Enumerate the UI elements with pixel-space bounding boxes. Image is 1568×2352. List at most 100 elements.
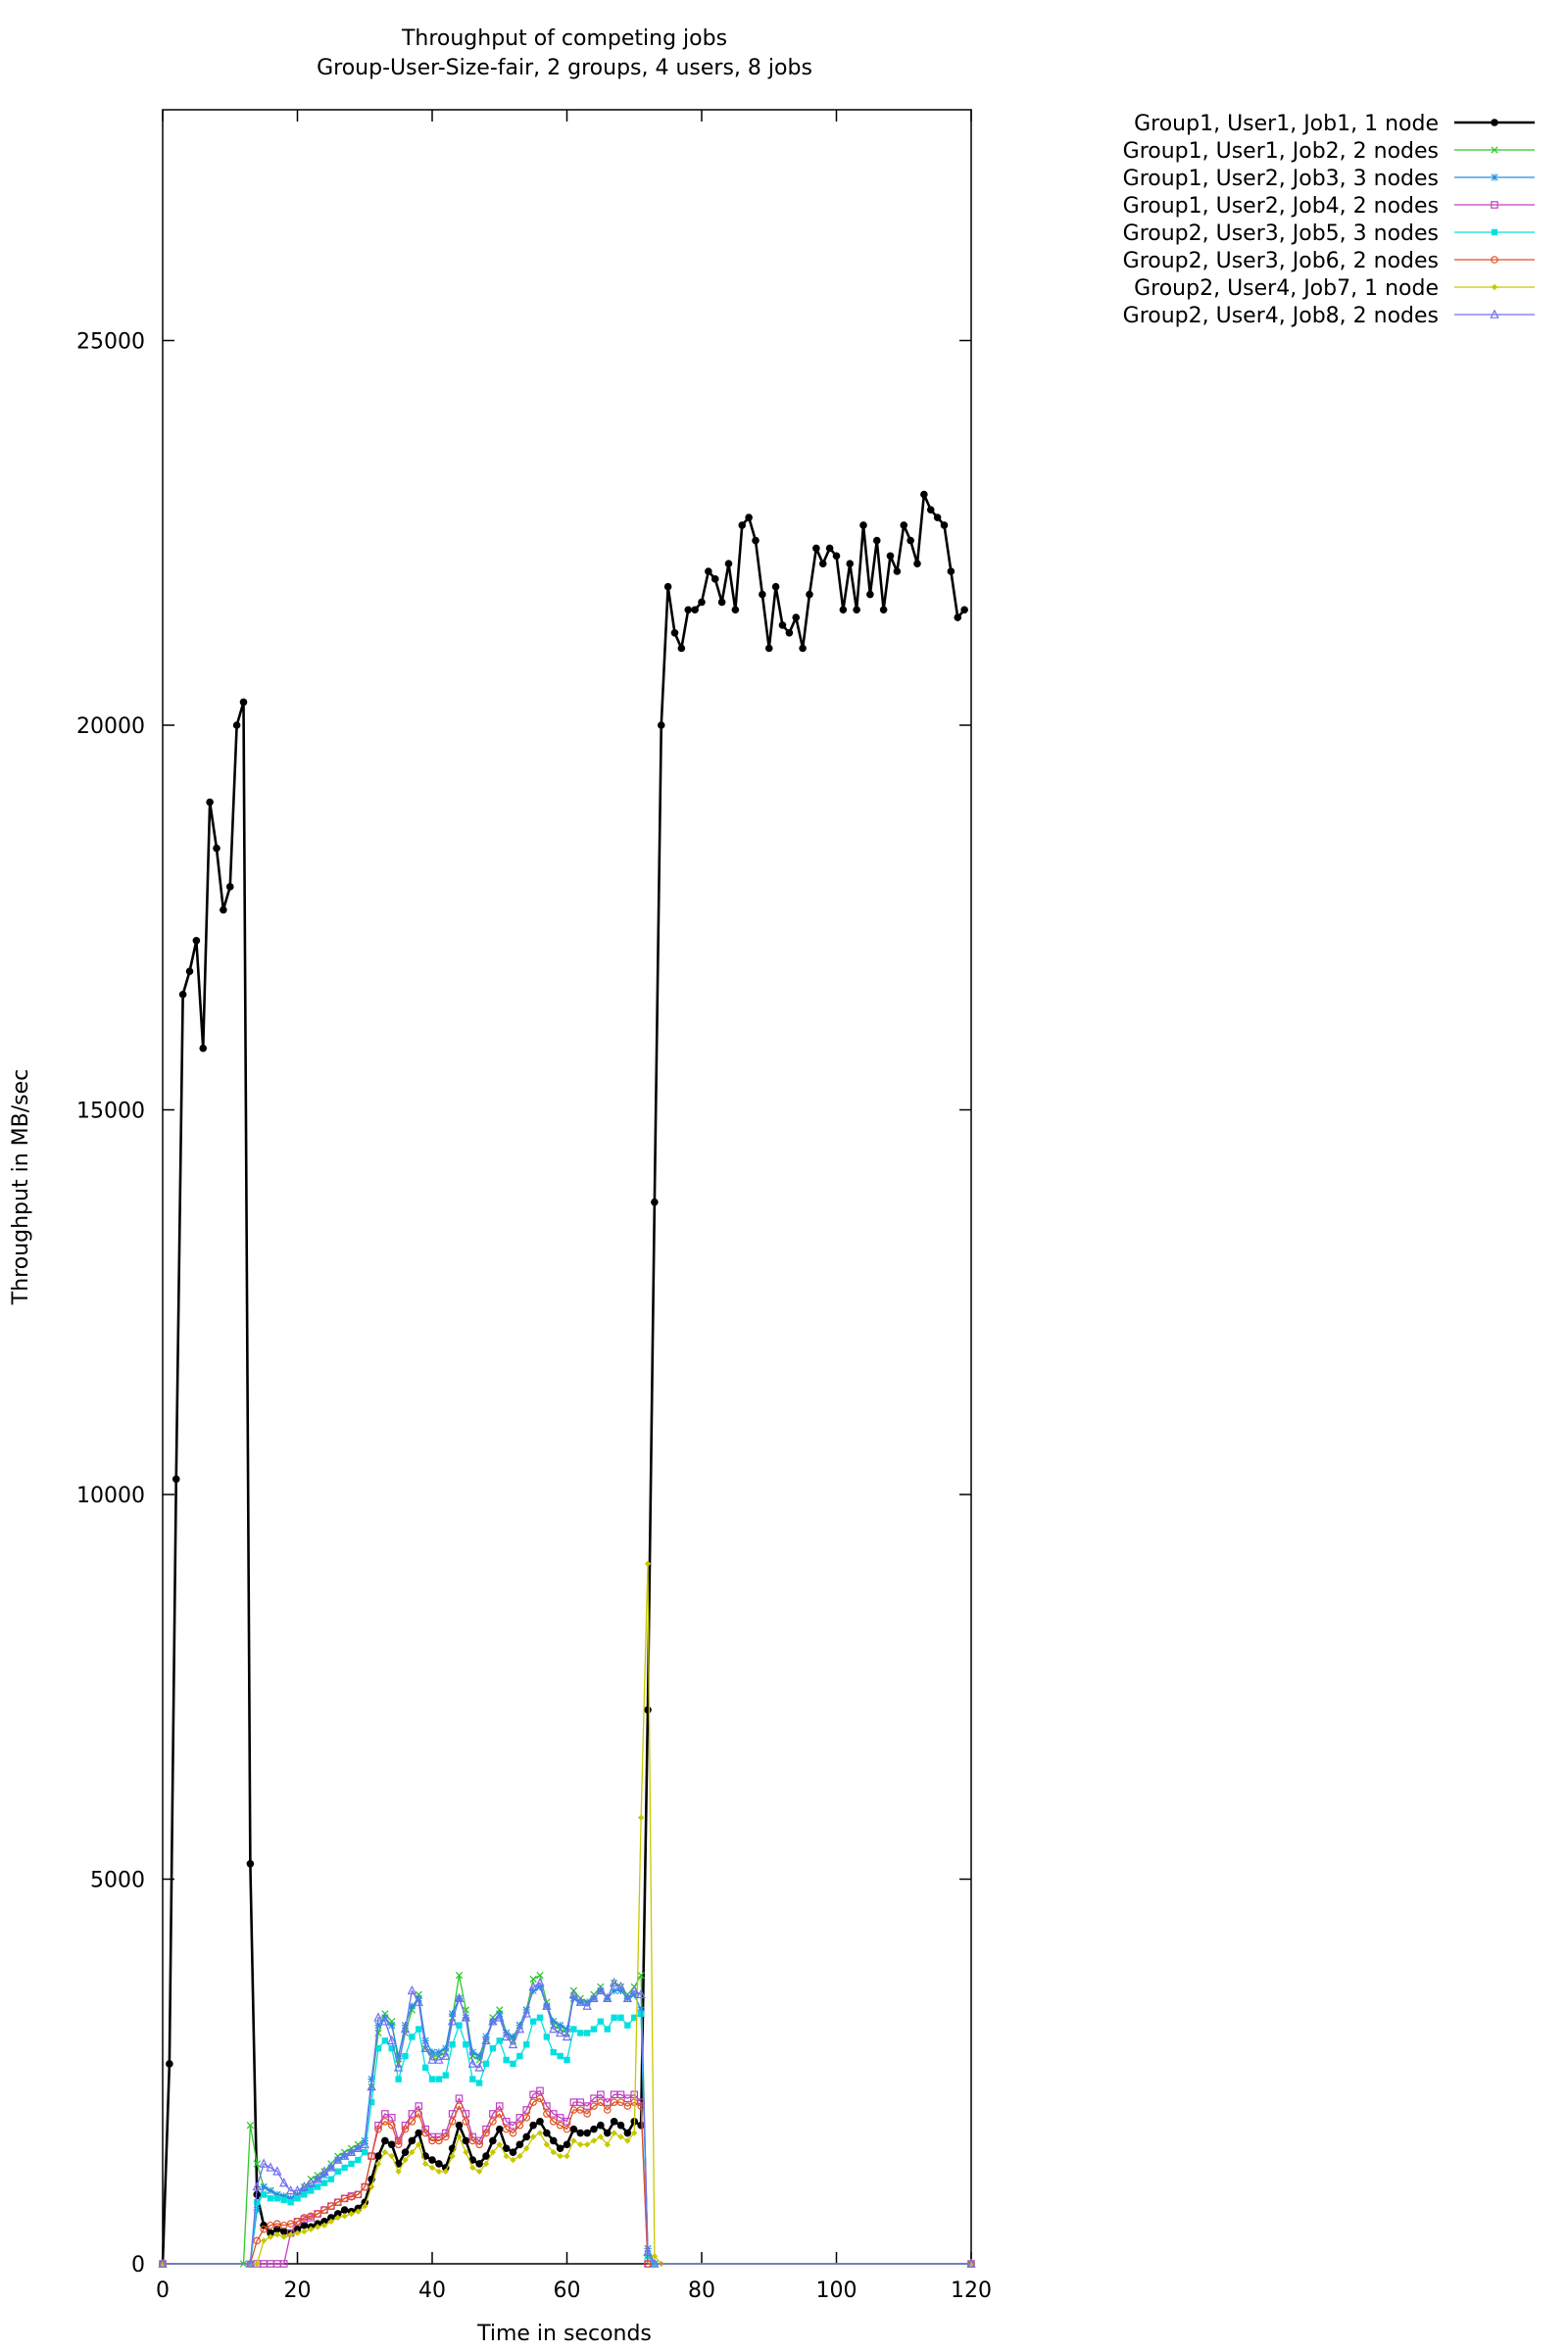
data-point — [536, 2130, 544, 2136]
x-tick-label: 60 — [554, 2278, 581, 2303]
data-point — [334, 2168, 341, 2175]
data-point — [569, 2125, 578, 2133]
data-point — [220, 906, 227, 914]
data-point — [698, 598, 706, 607]
data-point — [543, 2034, 551, 2040]
y-tick-label: 15000 — [76, 1100, 145, 1124]
data-point — [947, 567, 956, 575]
data-point — [577, 2141, 584, 2148]
data-point — [893, 567, 902, 575]
data-point — [597, 2018, 605, 2025]
data-point — [510, 2156, 516, 2164]
data-point — [415, 2129, 423, 2137]
data-point — [280, 2196, 287, 2204]
data-point — [503, 2152, 510, 2160]
data-point — [771, 582, 780, 591]
data-point — [239, 698, 248, 707]
data-point — [496, 2037, 503, 2044]
data-point — [455, 2121, 464, 2130]
data-point — [192, 937, 201, 945]
data-point — [617, 2133, 624, 2140]
data-point — [886, 552, 895, 561]
data-point — [260, 2191, 268, 2198]
data-point — [421, 2160, 429, 2168]
data-point — [724, 560, 733, 567]
data-point — [280, 2233, 287, 2240]
data-point — [611, 2130, 617, 2136]
data-point — [442, 2072, 449, 2079]
y-axis-label: Throughput in MB/sec — [9, 1069, 33, 1305]
y-tick-label: 5000 — [90, 1869, 145, 1893]
data-point — [260, 2182, 268, 2191]
y-tick-label: 20000 — [76, 714, 145, 739]
data-point — [576, 2129, 585, 2137]
data-point — [564, 2056, 570, 2064]
data-point — [475, 2080, 483, 2086]
data-point — [543, 2129, 551, 2137]
series-7 — [159, 1560, 975, 2268]
data-point — [523, 2041, 530, 2048]
data-point — [341, 2164, 348, 2172]
data-point — [314, 2183, 321, 2190]
data-point — [482, 2060, 490, 2068]
data-point — [225, 883, 234, 891]
data-point — [651, 1198, 659, 1206]
data-point — [529, 2018, 537, 2025]
data-point — [495, 2125, 504, 2133]
throughput-chart: Throughput of competing jobs Group-User-… — [9, 26, 1535, 2346]
data-point — [752, 536, 760, 545]
data-point — [778, 621, 787, 629]
legend-label: Group1, User1, Job1, 1 node — [1134, 112, 1439, 136]
legend-marker — [1491, 283, 1498, 291]
data-point — [348, 2160, 355, 2168]
data-point — [273, 2195, 281, 2202]
data-point — [812, 544, 820, 553]
data-point — [428, 2164, 436, 2172]
data-point — [610, 2117, 618, 2126]
data-point — [657, 721, 665, 729]
data-point — [469, 2164, 476, 2172]
y-tick-label: 0 — [131, 2253, 145, 2278]
data-point — [846, 560, 855, 567]
data-point — [381, 2037, 389, 2044]
legend-label: Group1, User1, Job2, 2 nodes — [1123, 139, 1439, 164]
data-point — [449, 2041, 456, 2048]
data-point — [549, 2136, 558, 2145]
data-point — [954, 613, 962, 621]
legend-label: Group1, User2, Job3, 3 nodes — [1123, 167, 1439, 191]
data-point — [254, 2260, 261, 2268]
x-tick-label: 20 — [284, 2278, 312, 2303]
data-point — [515, 2140, 524, 2149]
data-point — [691, 606, 699, 614]
data-point — [597, 2121, 605, 2130]
data-point — [340, 2206, 349, 2214]
data-point — [644, 1706, 652, 1714]
data-point — [616, 2121, 625, 2130]
data-point — [960, 606, 968, 614]
data-point — [178, 990, 187, 999]
data-point — [267, 2186, 274, 2195]
data-point — [866, 590, 874, 599]
legend: Group1, User1, Job1, 1 node Group1, User1… — [1123, 112, 1535, 328]
chart-subtitle: Group-User-Size-fair, 2 groups, 4 users,… — [317, 56, 812, 80]
data-point — [395, 2168, 402, 2175]
data-point — [435, 2076, 443, 2082]
data-point — [408, 2136, 416, 2145]
data-point — [853, 606, 860, 614]
series-4 — [159, 2086, 975, 2268]
data-point — [509, 2148, 517, 2156]
x-tick-label: 0 — [156, 2278, 170, 2303]
data-point — [603, 2129, 612, 2137]
data-point — [503, 2056, 510, 2064]
data-point — [435, 2160, 443, 2168]
data-point — [677, 644, 686, 653]
data-point — [583, 2129, 591, 2137]
data-point — [529, 2133, 537, 2140]
y-tick-label: 25000 — [76, 330, 145, 355]
data-point — [401, 2148, 410, 2156]
legend-marker — [1491, 119, 1498, 126]
data-point — [806, 590, 813, 599]
data-point — [738, 521, 747, 529]
data-point — [792, 613, 801, 621]
data-point — [388, 2021, 396, 2030]
